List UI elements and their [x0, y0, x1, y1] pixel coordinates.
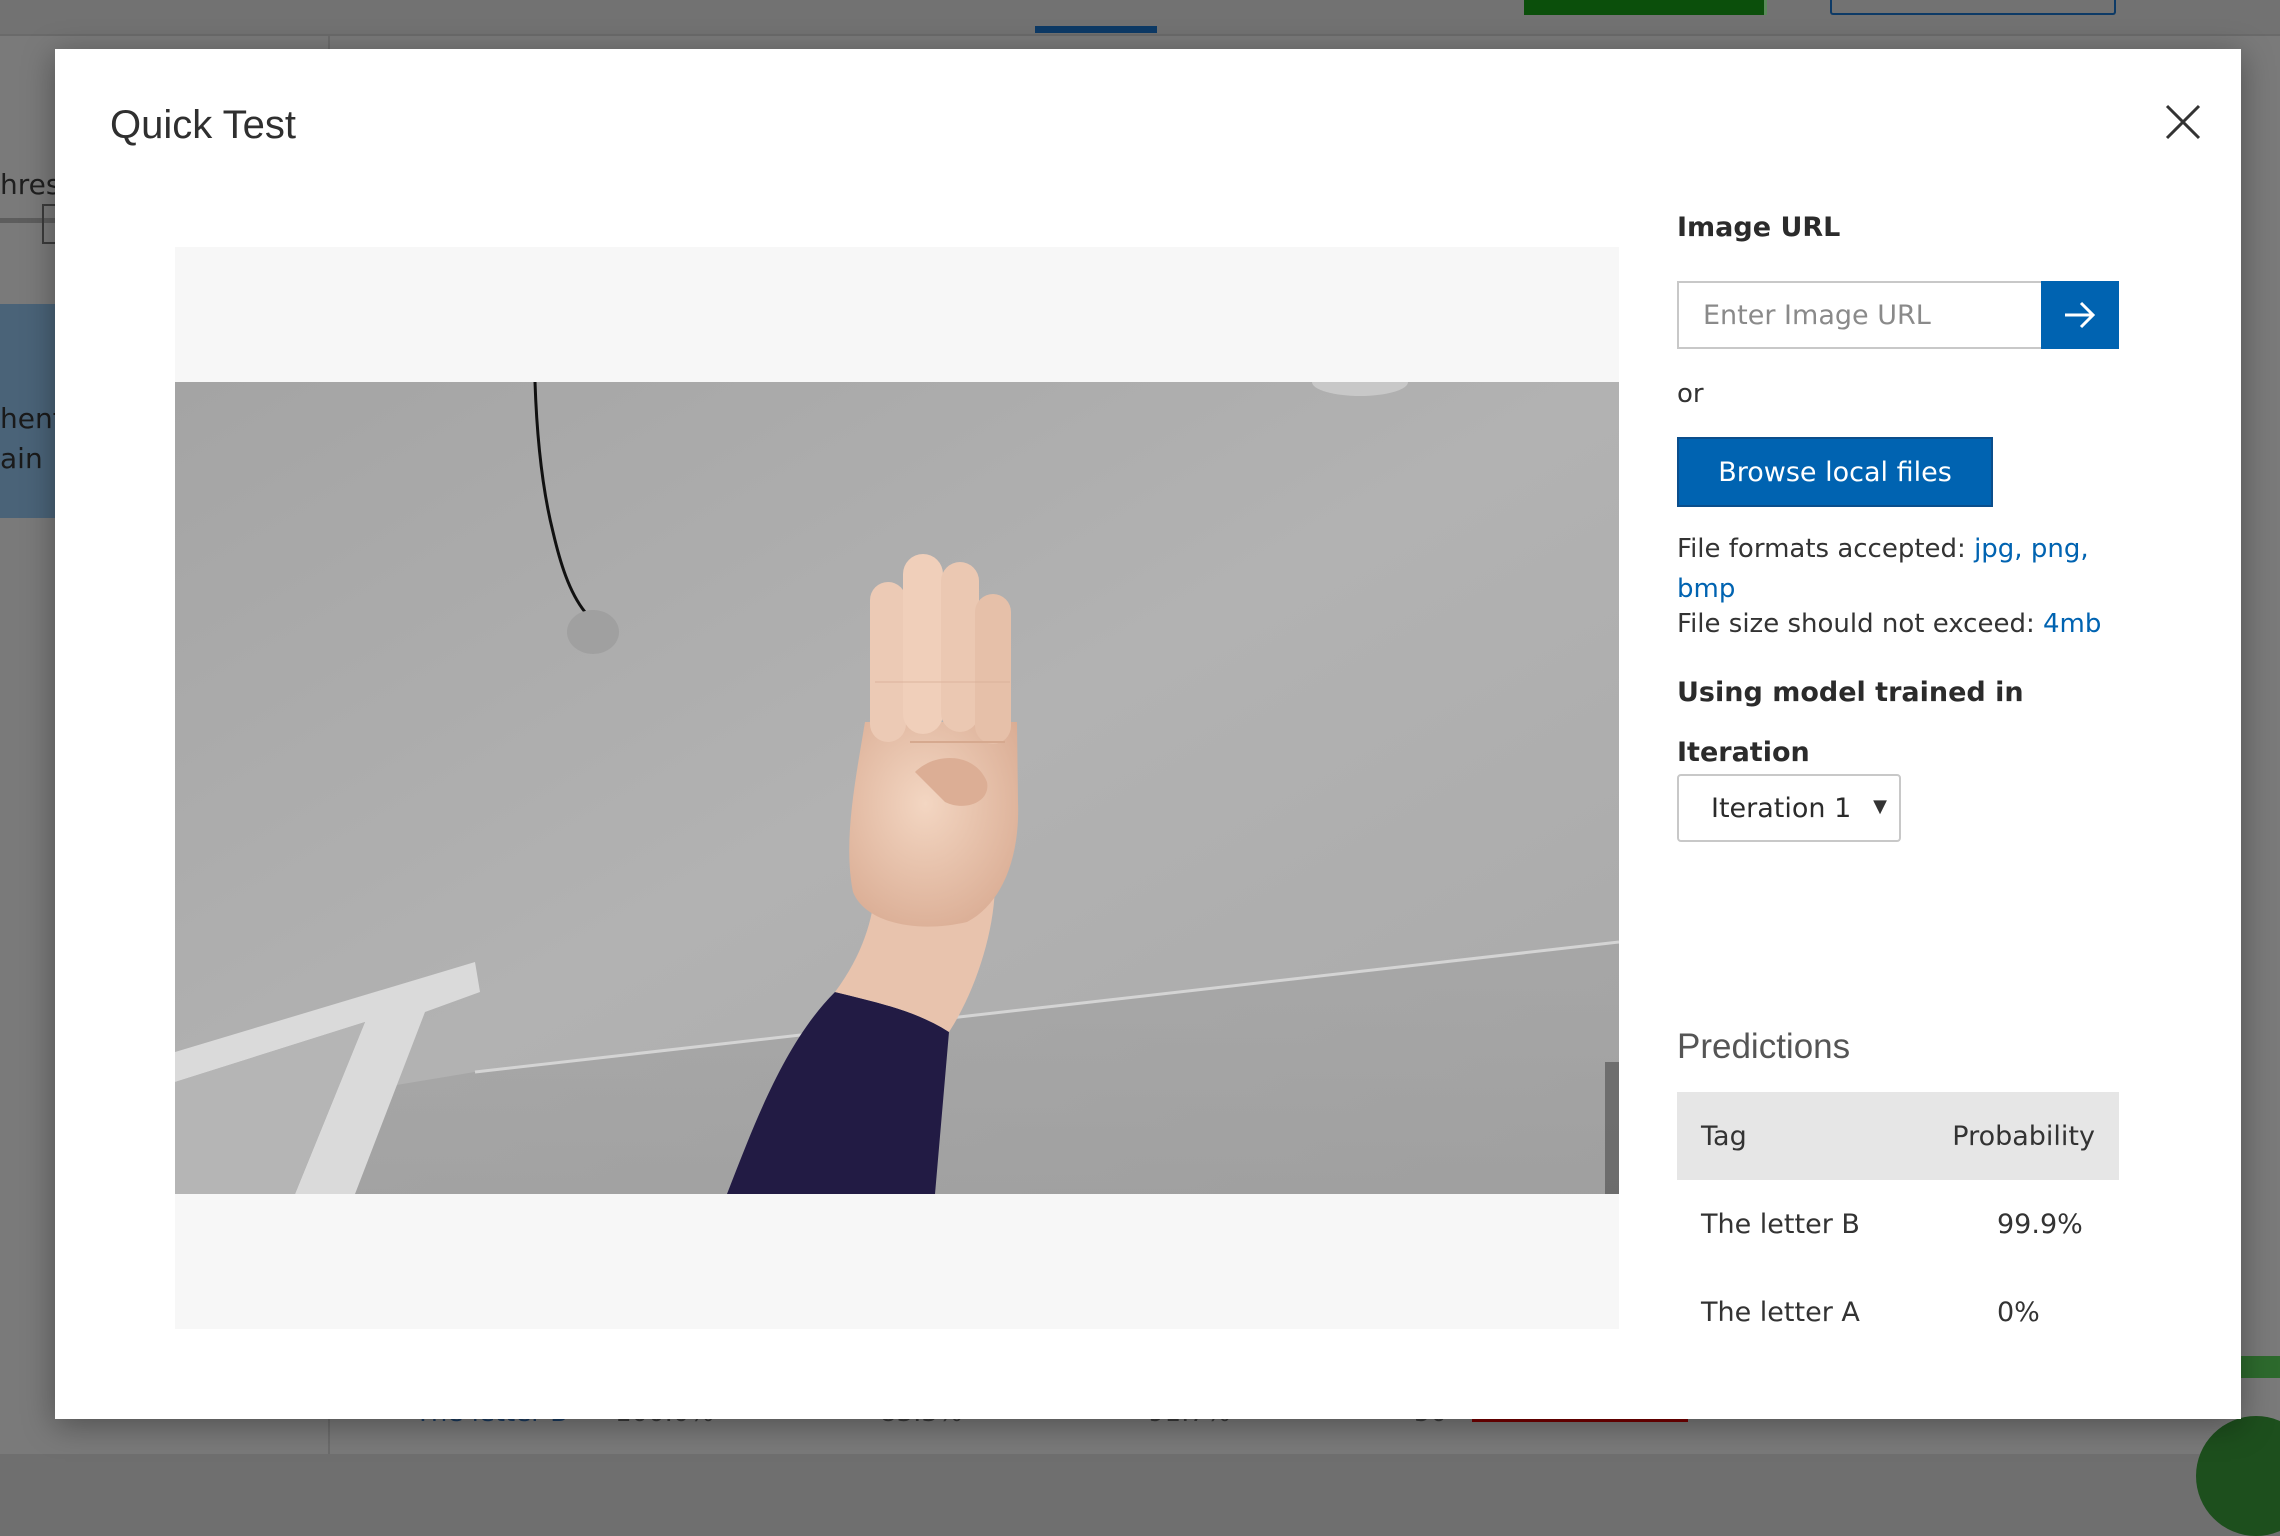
background-active-tab-indicator: [1035, 26, 1157, 33]
background-train-button-divider: [1764, 0, 1767, 15]
close-button[interactable]: [2163, 102, 2203, 142]
background-train-button: [1524, 0, 1766, 15]
prediction-probability: 99.9%: [1997, 1208, 2083, 1240]
iteration-select[interactable]: Iteration 1 ▼: [1677, 774, 1901, 842]
prediction-row: The letter A 0%: [1677, 1268, 2119, 1356]
image-url-label: Image URL: [1677, 212, 1841, 243]
model-trained-label: Using model trained in: [1677, 677, 2024, 708]
file-formats-label: File formats accepted:: [1677, 534, 1975, 564]
prediction-tag: The letter B: [1701, 1208, 1860, 1240]
prediction-row: The letter B 99.9%: [1677, 1180, 2119, 1268]
iteration-label: Iteration: [1677, 737, 1810, 768]
or-separator: or: [1677, 379, 1704, 409]
close-icon: [2165, 104, 2201, 140]
iteration-selected-value: Iteration 1: [1711, 792, 1852, 824]
quick-test-side-panel: Image URL or Browse local files File for…: [1677, 49, 2137, 1419]
browse-local-files-button[interactable]: Browse local files: [1677, 437, 1993, 507]
tag-column-header: Tag: [1701, 1120, 1747, 1152]
background-quick-test-button: [1830, 0, 2116, 15]
image-url-input[interactable]: [1677, 281, 2041, 349]
file-formats-info: File formats accepted: jpg, png, bmp: [1677, 529, 2117, 609]
predictions-title: Predictions: [1677, 1027, 1851, 1066]
probability-column-header: Probability: [1952, 1120, 2095, 1152]
predictions-table: Tag Probability The letter B 99.9% The l…: [1677, 1092, 2119, 1356]
quick-test-dialog: Quick Test Image URL Enter Image URL or …: [55, 49, 2241, 1419]
chevron-down-icon: ▼: [1873, 796, 1887, 817]
predictions-header: Tag Probability: [1677, 1092, 2119, 1180]
background-feedback-button: [2196, 1416, 2280, 1536]
submit-url-button[interactable]: [2041, 281, 2119, 349]
file-size-info: File size should not exceed: 4mb: [1677, 609, 2101, 639]
file-size-label: File size should not exceed:: [1677, 609, 2043, 639]
prediction-tag: The letter A: [1701, 1296, 1860, 1328]
test-image: [175, 382, 1619, 1194]
arrow-right-icon: [2065, 301, 2096, 329]
dialog-title: Quick Test: [110, 103, 296, 147]
image-preview-area: [175, 247, 1619, 1329]
file-size-value: 4mb: [2042, 609, 2102, 639]
image-url-group: [1677, 281, 2119, 349]
background-info-text-2: ain: [0, 442, 43, 475]
prediction-probability: 0%: [1997, 1296, 2040, 1328]
